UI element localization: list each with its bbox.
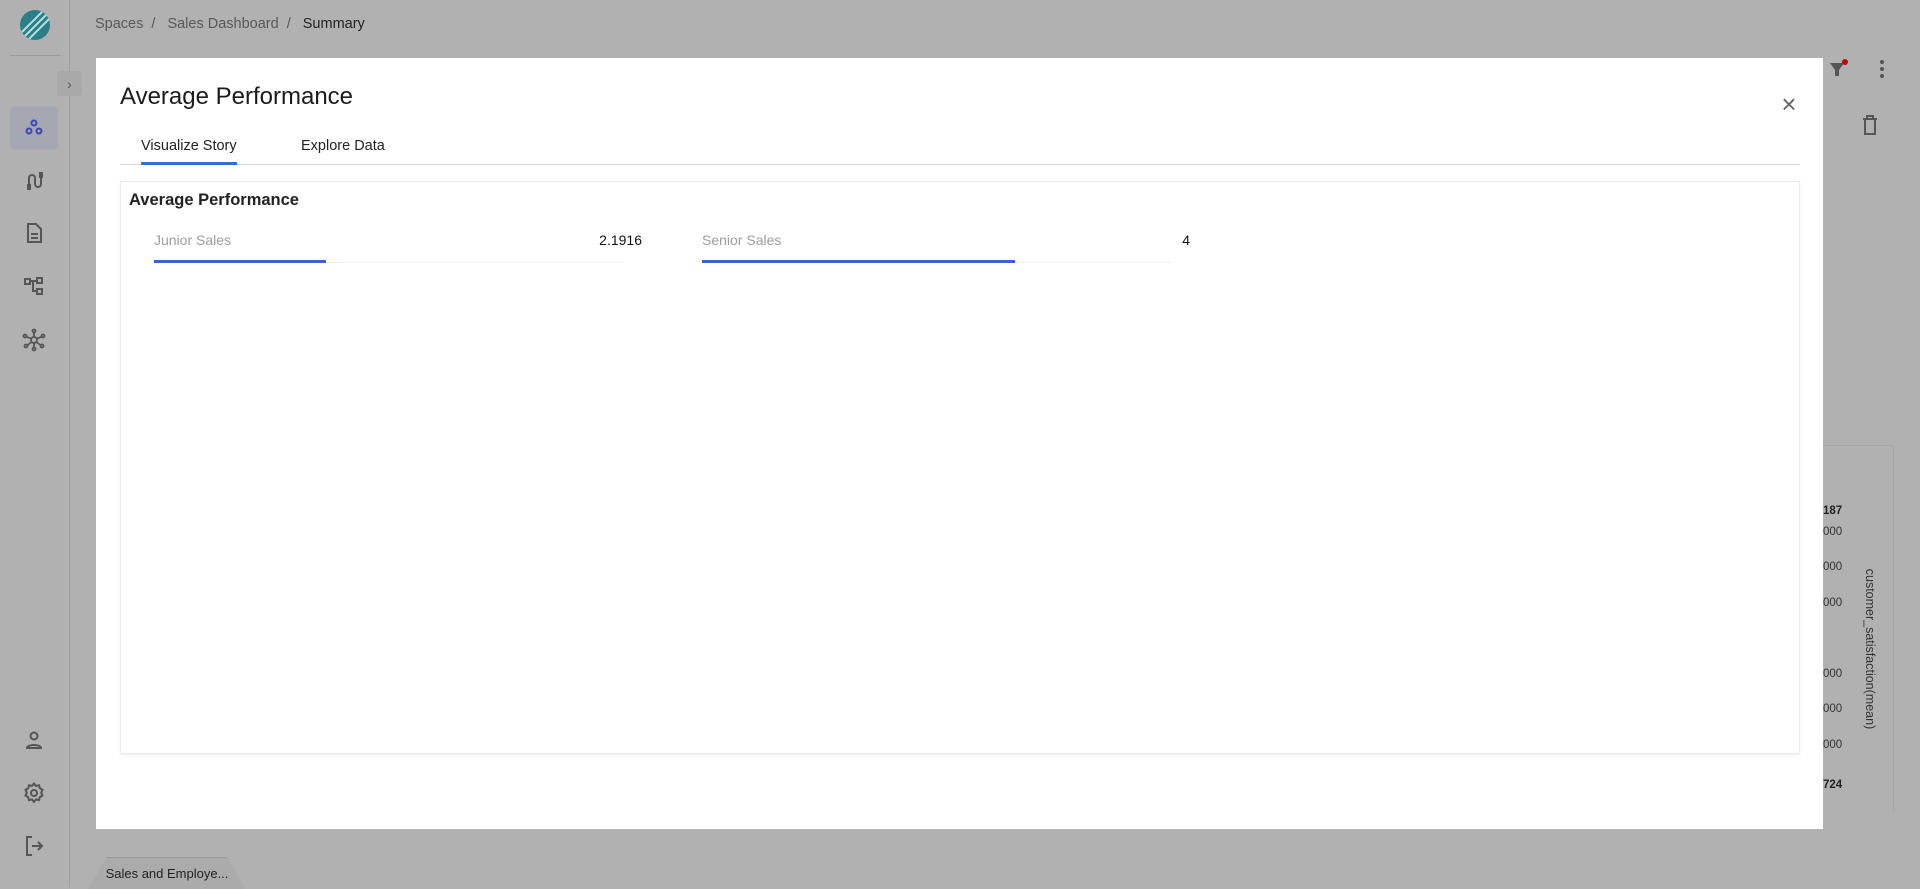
sheet-tab[interactable]: Sales and Employe... (88, 857, 246, 889)
axis-value: 000 (1823, 561, 1843, 573)
metric-value: 2.1916 (599, 232, 642, 248)
network-icon (22, 328, 46, 352)
breadcrumb-sales-dashboard[interactable]: Sales Dashboard (167, 16, 278, 32)
chevron-right-icon: › (67, 75, 72, 92)
sheet-tab-label: Sales and Employe... (105, 866, 229, 881)
sidebar-item-documents[interactable] (10, 211, 58, 255)
axis-label: customer_satisfaction(mean) (1863, 568, 1877, 730)
tab-bar: Visualize Story Explore Data (120, 138, 1800, 165)
sidebar-divider (10, 55, 60, 56)
circles-icon (25, 119, 43, 135)
expand-sidebar-button[interactable]: › (57, 71, 82, 96)
metric-junior-sales: Junior Sales 2.1916 (129, 232, 642, 272)
hierarchy-icon (24, 277, 43, 295)
filter-icon[interactable] (1826, 58, 1850, 82)
metric-label: Senior Sales (702, 232, 782, 248)
modal-dialog: Average Performance × Visualize Story Ex… (96, 58, 1823, 829)
logo (20, 10, 50, 40)
sidebar-item-settings[interactable] (10, 771, 58, 815)
card-title: Average Performance (129, 191, 299, 209)
metric-bar (702, 260, 1016, 263)
sidebar-item-connections[interactable] (10, 159, 58, 203)
user-icon (25, 731, 43, 749)
modal-title: Average Performance (120, 83, 354, 110)
sidebar-item-logout[interactable] (10, 824, 58, 868)
breadcrumb: Spaces / Sales Dashboard / Summary (95, 16, 365, 32)
sidebar-item-profile[interactable] (10, 718, 58, 762)
trash-icon[interactable] (1859, 113, 1881, 137)
metric-value: 4 (1182, 232, 1190, 248)
connector-icon (27, 172, 43, 190)
metric-senior-sales: Senior Sales 4 (677, 232, 1190, 272)
sidebar-item-network[interactable] (10, 318, 58, 362)
breadcrumb-summary: Summary (302, 16, 365, 32)
metric-bar (154, 260, 326, 263)
document-icon (27, 223, 42, 243)
tab-visualize-story[interactable]: Visualize Story (141, 138, 237, 165)
axis-value: 000 (1823, 668, 1843, 680)
sidebar-item-hierarchy[interactable] (10, 264, 58, 308)
gear-icon (24, 781, 44, 804)
logout-icon (26, 836, 44, 856)
metric-label: Junior Sales (154, 232, 232, 248)
tab-explore-data[interactable]: Explore Data (301, 138, 385, 165)
close-button[interactable]: × (1777, 89, 1801, 119)
axis-value: 724 (1823, 779, 1843, 791)
axis-value: 000 (1823, 526, 1843, 538)
axis-value: 000 (1823, 739, 1843, 751)
sidebar (0, 0, 70, 887)
axis-value: 000 (1823, 703, 1843, 715)
more-options-icon[interactable] (1872, 57, 1892, 81)
breadcrumb-spaces[interactable]: Spaces (95, 16, 143, 32)
axis-value: 187 (1823, 505, 1843, 517)
sidebar-item-spaces[interactable] (10, 106, 58, 150)
performance-card: Average Performance Junior Sales 2.1916 … (120, 181, 1800, 754)
close-icon: × (1781, 89, 1797, 119)
axis-value: 000 (1823, 597, 1843, 609)
